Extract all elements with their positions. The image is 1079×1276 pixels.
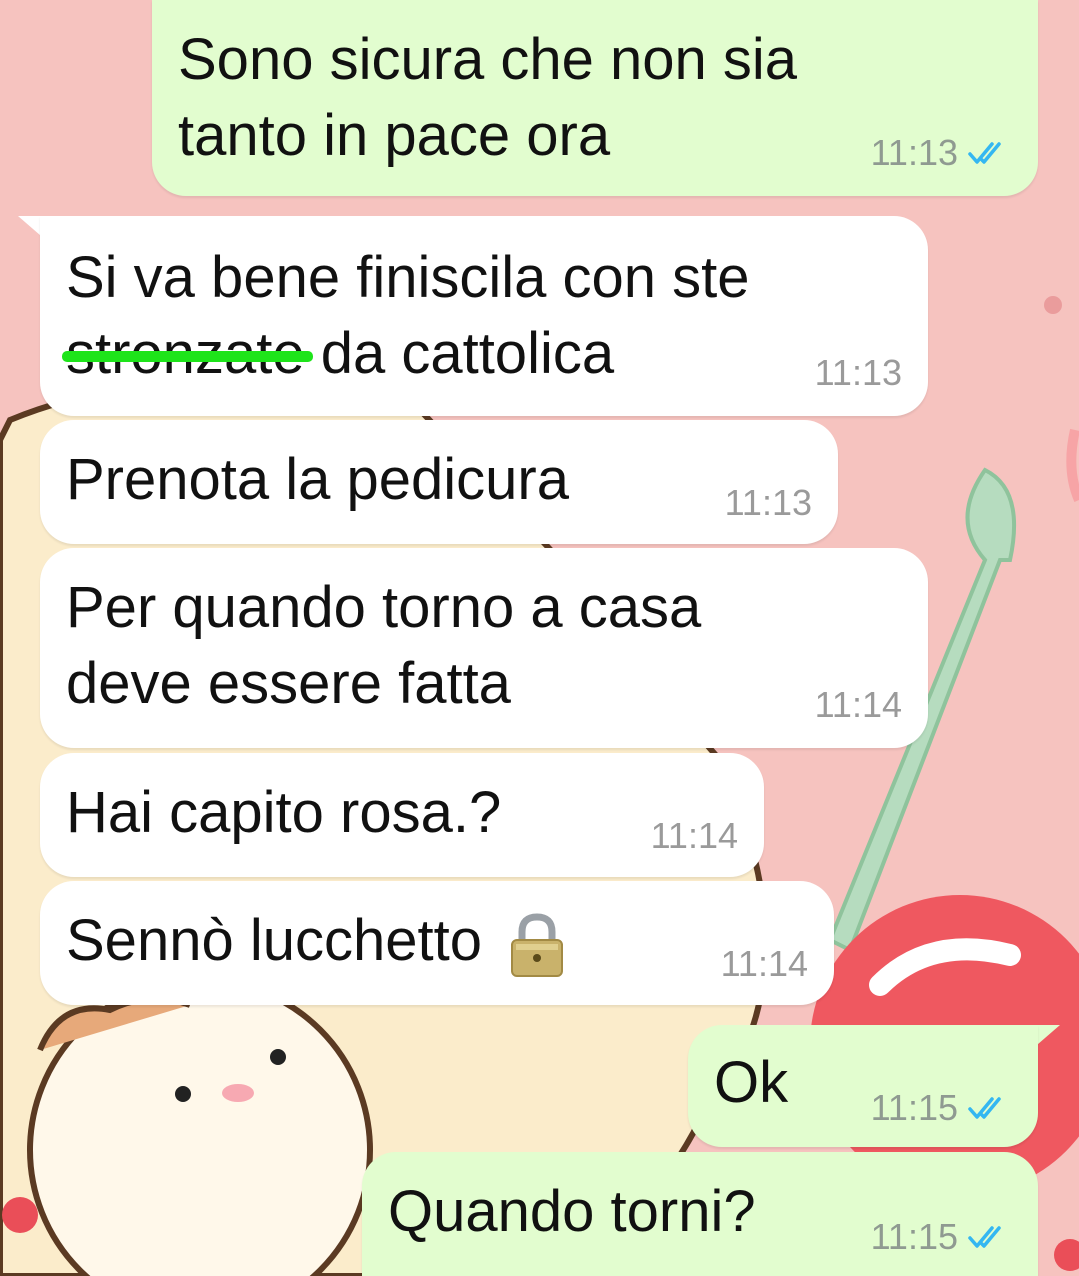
strike-highlight xyxy=(62,350,313,362)
message-time: 11:14 xyxy=(814,684,902,725)
message-line: deve essere fatta xyxy=(66,651,511,716)
lock-icon xyxy=(511,913,564,977)
message-line: Ok xyxy=(714,1050,789,1115)
message-meta: 11:13 xyxy=(815,352,902,394)
message-text: Sono sicura che non sia tanto in pace or… xyxy=(178,22,797,174)
message-line: Hai capito rosa.? xyxy=(66,780,502,845)
message-bubble-incoming[interactable]: Hai capito rosa.? 11:14 xyxy=(40,753,764,877)
message-bubble-incoming[interactable]: Si va bene finiscila con ste stronzate d… xyxy=(40,216,928,416)
message-meta: 11:15 xyxy=(871,1087,1012,1129)
wallpaper-hedgehog-eye xyxy=(270,1049,286,1065)
message-line: tanto in pace ora xyxy=(178,103,611,168)
message-line: stronzate da cattolica xyxy=(62,316,749,392)
message-line: Sono sicura che non sia xyxy=(178,27,798,92)
message-bubble-outgoing[interactable]: Quando torni? 11:15 xyxy=(362,1152,1038,1276)
wallpaper-hedgehog-eye xyxy=(175,1086,191,1102)
message-time: 11:15 xyxy=(870,1087,958,1128)
message-time: 11:14 xyxy=(650,815,738,856)
message-meta: 11:13 xyxy=(725,482,812,524)
message-meta: 11:15 xyxy=(871,1216,1012,1258)
message-meta: 11:14 xyxy=(815,684,902,726)
message-bubble-incoming[interactable]: Sennò lucchetto 11:14 xyxy=(40,881,834,1005)
wallpaper-dot xyxy=(1044,296,1062,314)
wallpaper-hedgehog-cheek xyxy=(222,1084,254,1102)
message-meta: 11:14 xyxy=(651,815,738,857)
message-line: Prenota la pedicura xyxy=(66,447,569,512)
message-meta: 11:13 xyxy=(871,132,1012,174)
double-check-read-icon xyxy=(968,1226,1001,1248)
message-line: Per quando torno a casa xyxy=(66,575,702,640)
double-check-read-icon xyxy=(968,1097,1001,1119)
message-line: Quando torni? xyxy=(388,1179,756,1244)
message-text: Sennò lucchetto xyxy=(66,903,566,979)
message-bubble-incoming[interactable]: Prenota la pedicura 11:13 xyxy=(40,420,838,544)
message-bubble-outgoing[interactable]: Sono sicura che non sia tanto in pace or… xyxy=(152,0,1038,196)
double-check-read-icon xyxy=(968,142,1001,164)
message-text: Per quando torno a casa deve essere fatt… xyxy=(66,570,701,722)
struck-word: stronzate xyxy=(62,316,313,392)
message-time: 11:13 xyxy=(870,132,958,173)
wallpaper-cherry-small xyxy=(2,1197,38,1233)
message-text: Quando torni? xyxy=(388,1174,756,1250)
message-time: 11:15 xyxy=(870,1216,958,1257)
message-time: 11:13 xyxy=(724,482,812,523)
message-text: Hai capito rosa.? xyxy=(66,775,501,851)
message-bubble-incoming[interactable]: Per quando torno a casa deve essere fatt… xyxy=(40,548,928,748)
message-time: 11:14 xyxy=(720,943,808,984)
message-meta: 11:14 xyxy=(721,943,808,985)
message-line-rest: da cattolica xyxy=(304,321,615,386)
message-text: Prenota la pedicura xyxy=(66,442,569,518)
message-line: Sennò lucchetto xyxy=(66,908,482,973)
message-text: Ok xyxy=(714,1045,788,1121)
message-bubble-outgoing[interactable]: Ok 11:15 xyxy=(688,1025,1038,1147)
message-time: 11:13 xyxy=(814,352,902,393)
message-text: Si va bene finiscila con ste stronzate d… xyxy=(62,240,750,392)
message-line: Si va bene finiscila con ste xyxy=(66,245,750,310)
